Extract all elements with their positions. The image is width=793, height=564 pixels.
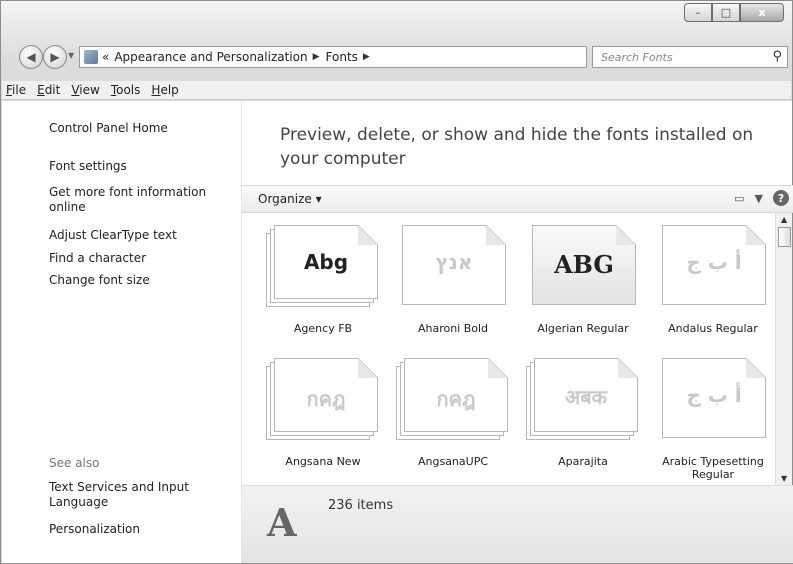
font-preview-page: กคฎ — [404, 358, 508, 432]
search-icon[interactable]: ⚲ — [772, 49, 782, 64]
scroll-up-icon[interactable]: ▲ — [781, 215, 787, 224]
font-name: Agency FB — [293, 322, 353, 335]
link-font-settings[interactable]: Font settings — [49, 159, 229, 174]
breadcrumb-separator-icon[interactable]: ▶ — [363, 52, 370, 62]
caption-buttons: – □ x — [684, 3, 784, 22]
font-tile[interactable]: กคฎ Angsana New — [258, 350, 388, 480]
menu-help[interactable]: Help — [151, 83, 178, 97]
font-tile[interactable]: أ ب ج Andalus Regular — [648, 217, 776, 347]
explorer-window: – □ x ◀ ▶ ▼ « Appearance and Personaliza… — [0, 0, 793, 564]
font-preview-page: ABG — [532, 225, 636, 305]
minimize-button[interactable]: – — [684, 3, 712, 22]
address-bar[interactable]: « Appearance and Personalization ▶ Fonts… — [79, 46, 587, 68]
font-tile[interactable]: ABG Algerian Regular — [518, 217, 648, 347]
page-title: Preview, delete, or show and hide the fo… — [280, 125, 754, 169]
navigation-pane: Control Panel Home Font settings Get mor… — [2, 101, 241, 563]
back-button[interactable]: ◀ — [19, 45, 43, 69]
menu-file[interactable]: File — [6, 83, 26, 97]
toolbar-icons: ▭ ▼ ? — [734, 190, 789, 206]
font-sample: אנץ — [435, 250, 473, 274]
breadcrumb-fonts[interactable]: Fonts — [326, 50, 358, 64]
font-preview-page: กคฎ — [274, 358, 378, 432]
search-input[interactable]: Search Fonts ⚲ — [592, 46, 788, 68]
font-name: Arabic Typesetting Regular — [662, 455, 764, 481]
breadcrumb-appearance[interactable]: Appearance and Personalization — [114, 50, 307, 64]
font-tile[interactable]: أ ب ج Arabic Typesetting Regular — [648, 350, 776, 481]
link-text-services[interactable]: Text Services and Input Language — [49, 480, 229, 510]
address-row: ◀ ▶ ▼ « Appearance and Personalization ▶… — [7, 43, 788, 71]
font-tile[interactable]: अबक Aparajita — [518, 350, 648, 480]
font-tile[interactable]: กคฎ AngsanaUPC — [388, 350, 518, 480]
font-name: Aparajita — [558, 455, 608, 468]
search-placeholder: Search Fonts — [601, 50, 673, 64]
font-sample: ABG — [554, 250, 614, 279]
forward-arrow-icon: ▶ — [50, 50, 60, 64]
link-cleartype[interactable]: Adjust ClearType text — [49, 228, 229, 243]
fonts-folder-icon: A — [267, 500, 297, 545]
font-sample: अबक — [564, 385, 608, 409]
organize-button[interactable]: Organize ▾ — [258, 192, 322, 206]
font-sample: Abg — [303, 250, 349, 274]
maximize-button[interactable]: □ — [712, 3, 740, 22]
font-preview-page: अबक — [534, 358, 638, 432]
folder-icon — [84, 50, 98, 64]
link-find-character[interactable]: Find a character — [49, 251, 229, 266]
font-tile[interactable]: אנץ Aharoni Bold — [388, 217, 518, 347]
font-preview-page: أ ب ج — [662, 358, 766, 438]
font-name: Aharoni Bold — [417, 322, 489, 335]
link-change-font-size[interactable]: Change font size — [49, 273, 229, 288]
font-sample: กคฎ — [306, 387, 346, 411]
menu-edit[interactable]: Edit — [37, 83, 60, 97]
recent-pages-dropdown[interactable]: ▼ — [68, 51, 74, 60]
font-name: Angsana New — [285, 455, 361, 468]
scroll-thumb[interactable] — [778, 227, 791, 247]
link-font-info-online[interactable]: Get more font information online — [49, 185, 229, 215]
font-sample: أ ب ج — [686, 383, 742, 407]
forward-button[interactable]: ▶ — [43, 45, 67, 69]
scroll-down-icon[interactable]: ▼ — [781, 474, 787, 483]
font-name: AngsanaUPC — [417, 455, 489, 468]
help-icon[interactable]: ? — [773, 190, 789, 206]
link-control-panel-home[interactable]: Control Panel Home — [49, 121, 229, 136]
font-grid: Abg Agency FB אנץ Aharoni Bold ABG Algerian R… — [242, 213, 776, 485]
menu-bar: File Edit View Tools Help — [2, 81, 791, 100]
view-dropdown-icon[interactable]: ▼ — [755, 192, 763, 205]
back-arrow-icon: ◀ — [26, 50, 36, 64]
menu-tools[interactable]: Tools — [111, 83, 141, 97]
font-sample: กคฎ — [436, 387, 476, 411]
close-button[interactable]: x — [740, 3, 784, 22]
menu-view[interactable]: View — [71, 83, 99, 97]
breadcrumb-separator-icon[interactable]: ▶ — [313, 52, 320, 62]
font-name: Algerian Regular — [537, 322, 629, 335]
font-tile[interactable]: Abg Agency FB — [258, 217, 388, 347]
change-view-icon[interactable]: ▭ — [734, 192, 744, 205]
font-preview-page: أ ب ج — [662, 225, 766, 305]
item-count: 236 items — [328, 498, 394, 513]
font-name: Andalus Regular — [668, 322, 758, 335]
breadcrumb-overflow[interactable]: « — [102, 50, 109, 64]
font-preview-page: Abg — [274, 225, 378, 299]
content-pane: Preview, delete, or show and hide the fo… — [241, 101, 793, 563]
vertical-scrollbar[interactable]: ▲ ▼ — [775, 213, 792, 485]
see-also-heading: See also — [49, 456, 100, 470]
font-sample: أ ب ج — [686, 250, 742, 274]
details-pane: A 236 items — [242, 485, 793, 563]
link-personalization[interactable]: Personalization — [49, 522, 229, 537]
command-bar: Organize ▾ ▭ ▼ ? — [242, 185, 793, 213]
font-preview-page: אנץ — [402, 225, 506, 305]
